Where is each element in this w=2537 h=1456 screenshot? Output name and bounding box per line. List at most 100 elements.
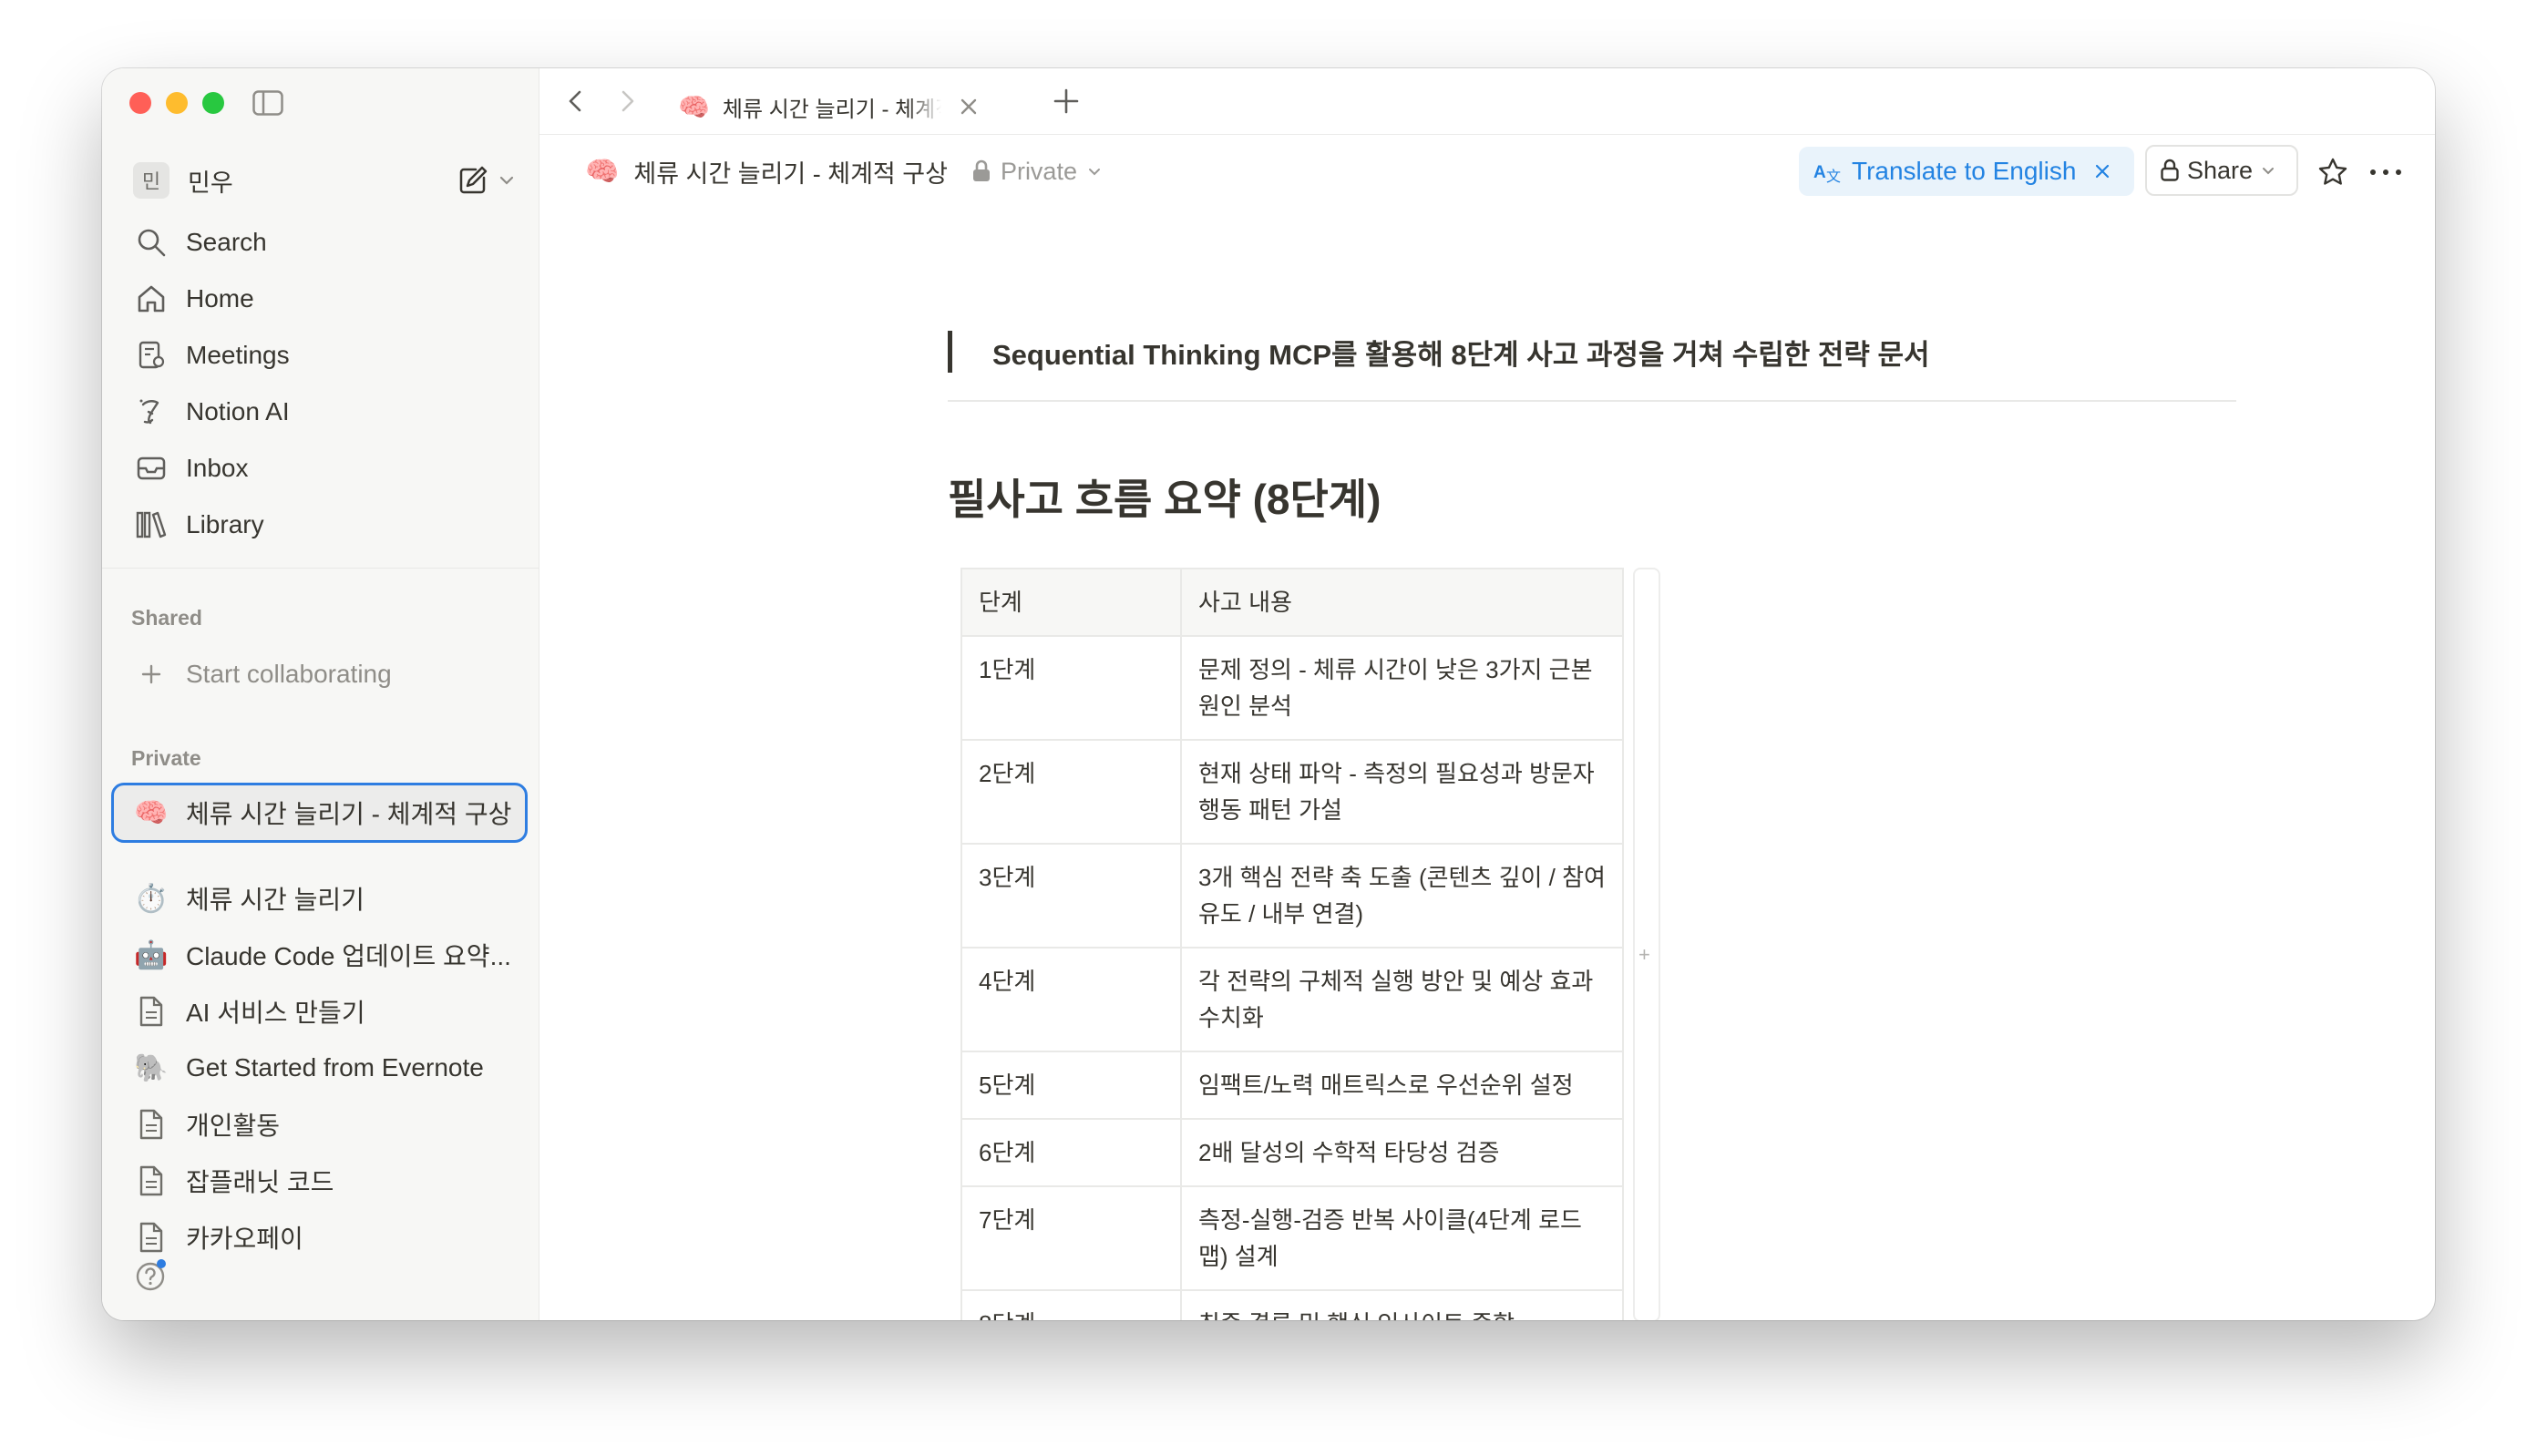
- table-cell[interactable]: 측정-실행-검증 반복 사이클(4단계 로드맵) 설계: [1180, 1185, 1624, 1291]
- sidebar-item-home[interactable]: Home: [133, 274, 516, 323]
- sidebar-item-label: Library: [186, 510, 264, 538]
- table-cell[interactable]: 5단계: [960, 1051, 1182, 1120]
- sidebar-page-item[interactable]: 🐘 Get Started from Evernote: [133, 1043, 516, 1092]
- svg-text:文: 文: [1826, 169, 1841, 184]
- home-icon: [133, 281, 169, 317]
- chevron-down-icon[interactable]: [498, 171, 516, 190]
- maximize-window-button[interactable]: [202, 92, 224, 114]
- close-window-button[interactable]: [129, 92, 151, 114]
- sidebar-item-label: Home: [186, 284, 254, 313]
- page-title: Claude Code 업데이트 요약...: [186, 942, 511, 970]
- privacy-selector[interactable]: Private: [971, 158, 1112, 186]
- table-row: 1단계 문제 정의 - 체류 시간이 낮은 3가지 근본 원인 분석: [960, 635, 1624, 741]
- page-title: Get Started from Evernote: [186, 1053, 484, 1082]
- sidebar-item-label: Search: [186, 228, 267, 256]
- library-icon: [133, 507, 169, 543]
- more-options-icon[interactable]: [2366, 156, 2406, 189]
- favorite-star-icon[interactable]: [2316, 156, 2349, 189]
- add-column-plus: +: [1638, 943, 1650, 966]
- meetings-icon: [133, 337, 169, 374]
- table-row: 7단계 측정-실행-검증 반복 사이클(4단계 로드맵) 설계: [960, 1185, 1624, 1291]
- dismiss-translate-icon[interactable]: [2092, 161, 2112, 181]
- section-heading[interactable]: 필사고 흐름 요약 (8단계): [948, 467, 1381, 527]
- sidebar-page-item[interactable]: 개인활동: [133, 1100, 516, 1149]
- table-cell[interactable]: 2단계: [960, 739, 1182, 845]
- sidebar-page-item[interactable]: 카카오페이: [133, 1213, 516, 1262]
- sidebar-item-library[interactable]: Library: [133, 500, 516, 549]
- forward-arrow-icon[interactable]: [611, 85, 643, 118]
- steps-table: 단계 사고 내용 1단계 문제 정의 - 체류 시간이 낮은 3가지 근본 원인…: [960, 568, 1624, 1320]
- help-icon[interactable]: [133, 1257, 169, 1294]
- sidebar-page-item[interactable]: 🤖 Claude Code 업데이트 요약...: [133, 930, 516, 979]
- close-tab-icon[interactable]: [956, 94, 981, 119]
- back-arrow-icon[interactable]: [560, 85, 592, 118]
- page-title: 잡플래닛 코드: [186, 1168, 334, 1196]
- page-title: 개인활동: [186, 1112, 281, 1140]
- table-cell[interactable]: 각 전략의 구체적 실행 방안 및 예상 효과 수치화: [1180, 947, 1624, 1052]
- sidebar-item-search[interactable]: Search: [133, 218, 516, 267]
- sidebar-page-item[interactable]: ⏱️ 체류 시간 늘리기: [133, 874, 516, 923]
- start-collaborating-label: Start collaborating: [186, 660, 392, 688]
- plus-icon: [133, 656, 169, 692]
- translate-icon: A 文: [1813, 163, 1841, 184]
- share-button[interactable]: Share: [2145, 145, 2298, 196]
- tab-title: 체류 시간 늘리기 - 체계적 구상: [722, 97, 941, 122]
- translate-button[interactable]: A 文 Translate to English: [1799, 147, 2134, 196]
- table-cell[interactable]: 4단계: [960, 947, 1182, 1052]
- share-label: Share: [2186, 156, 2254, 184]
- table-row: 3단계 3개 핵심 전략 축 도출 (콘텐츠 깊이 / 참여 유도 / 내부 연…: [960, 843, 1624, 948]
- new-page-icon[interactable]: [457, 165, 488, 196]
- table-cell[interactable]: 현재 상태 파악 - 측정의 필요성과 방문자 행동 패턴 가설: [1180, 739, 1624, 845]
- table-row: 8단계 최종 결론 및 핵심 인사이트 종합: [960, 1289, 1624, 1320]
- table-cell[interactable]: 8단계: [960, 1289, 1182, 1320]
- page-title: 체류 시간 늘리기: [186, 886, 365, 914]
- minimize-window-button[interactable]: [166, 92, 188, 114]
- sidebar-toggle-icon[interactable]: [252, 90, 283, 116]
- start-collaborating-button[interactable]: Start collaborating: [133, 650, 516, 699]
- table-cell[interactable]: 1단계: [960, 635, 1182, 741]
- page-title: 체류 시간 늘리기 - 체계적 구상: [186, 800, 512, 828]
- sidebar-item-inbox[interactable]: Inbox: [133, 444, 516, 493]
- quote-text: Sequential Thinking MCP를 활용해 8단계 사고 과정을 …: [992, 338, 1930, 371]
- search-icon: [133, 224, 169, 261]
- brain-icon: 🧠: [134, 797, 169, 828]
- sidebar-divider: [102, 568, 539, 569]
- breadcrumb[interactable]: 🧠 체류 시간 늘리기 - 체계적 구상 Private: [585, 152, 1112, 190]
- workspace-avatar: 민: [133, 162, 169, 199]
- tab-active[interactable]: 🧠 체류 시간 늘리기 - 체계적 구상: [678, 79, 1006, 134]
- sidebar-item-meetings[interactable]: Meetings: [133, 331, 516, 380]
- robot-icon: 🤖: [134, 939, 169, 970]
- table-row: 4단계 각 전략의 구체적 실행 방안 및 예상 효과 수치화: [960, 947, 1624, 1052]
- sidebar-page-item-active[interactable]: 🧠 체류 시간 늘리기 - 체계적 구상: [111, 783, 528, 843]
- table-cell[interactable]: 3개 핵심 전략 축 도출 (콘텐츠 깊이 / 참여 유도 / 내부 연결): [1180, 843, 1624, 948]
- table-cell[interactable]: 3단계: [960, 843, 1182, 948]
- document-icon: [133, 1219, 169, 1256]
- window-controls: [129, 92, 224, 114]
- table-cell[interactable]: 최종 결론 및 핵심 인사이트 종합: [1180, 1289, 1624, 1320]
- lock-icon: [2161, 159, 2179, 181]
- table-cell[interactable]: 6단계: [960, 1118, 1182, 1187]
- sidebar-page-item[interactable]: 잡플래닛 코드: [133, 1156, 516, 1205]
- privacy-label: Private: [1000, 157, 1077, 185]
- table-header-cell[interactable]: 사고 내용: [1180, 568, 1624, 637]
- table-row: 6단계 2배 달성의 수학적 타당성 검증: [960, 1118, 1624, 1187]
- sidebar-item-notion-ai[interactable]: Notion AI: [133, 387, 516, 436]
- table-header-cell[interactable]: 단계: [960, 568, 1182, 637]
- quote-block[interactable]: Sequential Thinking MCP를 활용해 8단계 사고 과정을 …: [948, 331, 1930, 373]
- workspace-switcher[interactable]: 민 민우: [133, 158, 516, 203]
- table-cell[interactable]: 7단계: [960, 1185, 1182, 1291]
- sidebar-item-label: Inbox: [186, 454, 249, 482]
- sidebar-page-item[interactable]: AI 서비스 만들기: [133, 987, 516, 1036]
- table-cell[interactable]: 2배 달성의 수학적 타당성 검증: [1180, 1118, 1624, 1187]
- add-column-button[interactable]: +: [1633, 568, 1660, 1320]
- table-row: 5단계 임팩트/노력 매트릭스로 우선순위 설정: [960, 1051, 1624, 1120]
- table-cell[interactable]: 문제 정의 - 체류 시간이 낮은 3가지 근본 원인 분석: [1180, 635, 1624, 741]
- table-row: 2단계 현재 상태 파악 - 측정의 필요성과 방문자 행동 패턴 가설: [960, 739, 1624, 845]
- sidebar-item-label: Meetings: [186, 341, 290, 369]
- svg-text:A: A: [1813, 163, 1826, 182]
- table-cell[interactable]: 임팩트/노력 매트릭스로 우선순위 설정: [1180, 1051, 1624, 1120]
- workspace-name: 민우: [188, 169, 233, 197]
- new-tab-icon[interactable]: [1050, 85, 1083, 118]
- document-icon: [133, 1106, 169, 1143]
- chevron-down-icon: [2263, 168, 2275, 175]
